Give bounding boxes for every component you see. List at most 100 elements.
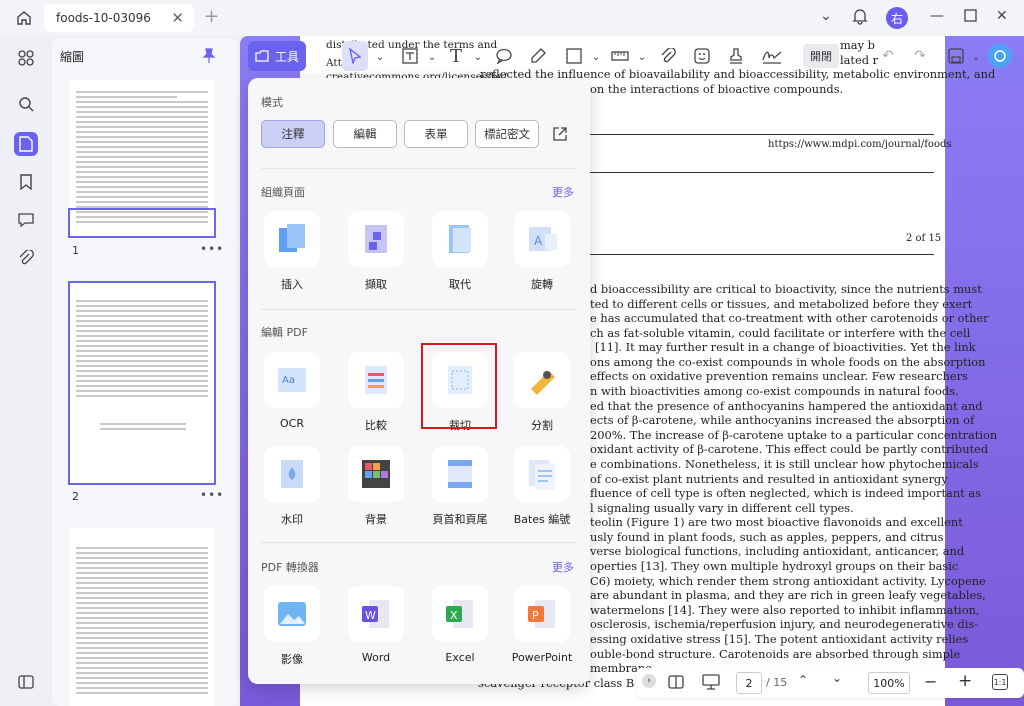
extract-tool[interactable]: 擷取 [340, 211, 412, 292]
comment-icon[interactable] [14, 208, 38, 232]
avatar[interactable]: 右 [886, 7, 908, 29]
grid-icon[interactable] [14, 46, 38, 70]
bates-numbering-tool[interactable]: Bates 編號 [506, 446, 578, 527]
redo-icon[interactable]: ↷ [910, 46, 930, 66]
mode-annotate-button[interactable]: 注釋 [261, 120, 325, 148]
maximize-icon[interactable] [964, 9, 977, 26]
open-close-button[interactable]: 開閉 [803, 44, 839, 68]
text-box-icon[interactable] [400, 46, 420, 66]
svg-text:P: P [532, 609, 539, 622]
body-text-line: essing oxidative stress [15]. The potent… [590, 631, 969, 646]
mode-section-title: 模式 [261, 96, 283, 109]
tools-button[interactable]: 工具 [248, 41, 306, 71]
text-icon[interactable]: T [446, 46, 466, 67]
page-1-more-icon[interactable]: ••• [200, 242, 224, 256]
svg-text:W: W [365, 609, 376, 622]
image-label: 影像 [281, 653, 303, 666]
document-tab[interactable]: foods-10-03096 ✕ [44, 4, 194, 32]
watermark-tool[interactable]: 水印 [256, 446, 328, 527]
current-page-input[interactable]: 2 [736, 672, 762, 694]
convert-powerpoint-tool[interactable]: P PowerPoint [506, 586, 578, 664]
tools-menu: 模式 注釋 編輯 表單 標記密文 組織頁面 更多 插入 擷取 取代 A 旋轉 編輯… [248, 78, 590, 684]
body-text-line: ted to different cells or tissues, and m… [590, 296, 973, 311]
page-thumbnail-icon[interactable] [14, 132, 38, 156]
header-footer-tool[interactable]: 頁首和頁尾 [424, 446, 496, 527]
crop-highlight-box [421, 343, 497, 429]
external-link-icon[interactable] [552, 126, 568, 146]
save-dropdown-icon[interactable]: ⌄ [966, 47, 986, 67]
header-rule [590, 134, 934, 135]
text-box-dropdown-icon[interactable]: ⌄ [422, 47, 442, 67]
compare-tool[interactable]: 比較 [340, 352, 412, 433]
convert-excel-tool[interactable]: X Excel [424, 586, 496, 664]
cursor-dropdown-icon[interactable]: ⌄ [370, 47, 390, 67]
collapse-bar-icon[interactable]: › [642, 674, 656, 688]
page-2-more-icon[interactable]: ••• [200, 488, 224, 502]
comment-bubble-icon[interactable] [494, 46, 514, 66]
save-icon[interactable] [946, 46, 966, 66]
bell-icon[interactable] [852, 7, 868, 29]
paperclip-icon[interactable] [658, 46, 678, 66]
convert-more-link[interactable]: 更多 [552, 559, 574, 575]
measure-icon[interactable] [610, 46, 630, 66]
close-tab-icon[interactable]: ✕ [171, 9, 184, 27]
shape-dropdown-icon[interactable]: ⌄ [586, 47, 606, 67]
bookmark-icon[interactable] [14, 170, 38, 194]
convert-word-tool[interactable]: W Word [340, 586, 412, 664]
page-thumbnail-2[interactable] [68, 281, 216, 485]
actual-size-icon[interactable]: 1:1 [992, 674, 1008, 690]
highlighter-icon[interactable] [528, 46, 548, 66]
stamp-icon[interactable] [726, 46, 746, 66]
body-text-line: e has accumulated that co-treatment with… [590, 311, 989, 326]
mode-redact-button[interactable]: 標記密文 [475, 120, 539, 148]
body-text-line: ch as fat-soluble vitamin, could facilit… [590, 325, 971, 340]
undo-icon[interactable]: ↶ [878, 46, 898, 66]
zoom-out-icon[interactable]: − [924, 672, 937, 691]
shape-icon[interactable] [564, 46, 584, 66]
pin-icon[interactable] [202, 48, 216, 64]
word-icon: W [348, 586, 404, 642]
left-rail [0, 36, 52, 706]
body-text-line: verse biological functions, including an… [590, 544, 965, 559]
measure-dropdown-icon[interactable]: ⌄ [632, 47, 652, 67]
presentation-icon[interactable] [702, 674, 720, 693]
sticker-icon[interactable] [692, 46, 712, 66]
previous-page-icon[interactable]: ⌃ [798, 673, 808, 687]
attachment-icon[interactable] [14, 246, 38, 270]
ai-assistant-icon[interactable] [988, 44, 1012, 68]
zoom-in-icon[interactable]: + [958, 671, 972, 691]
insert-tool[interactable]: 插入 [256, 211, 328, 292]
body-text-line: 200%. The increase of β-carotene uptake … [590, 427, 998, 442]
select-cursor-button[interactable] [342, 41, 368, 71]
body-text-line: ouble-bond structure. Carotenoids are ab… [590, 646, 961, 661]
mode-edit-button[interactable]: 編輯 [333, 120, 397, 148]
next-page-icon[interactable]: ⌄ [832, 671, 842, 685]
split-tool[interactable]: 分割 [506, 352, 578, 433]
close-window-icon[interactable]: ✕ [996, 8, 1008, 24]
thumbnail-panel: 縮圖 1 ••• 2 ••• [52, 38, 238, 706]
ocr-tool[interactable]: Aa OCR [256, 352, 328, 430]
replace-tool[interactable]: 取代 [424, 211, 496, 292]
search-icon[interactable] [14, 92, 38, 116]
convert-image-tool[interactable]: 影像 [256, 586, 328, 667]
sidebar-toggle-icon[interactable] [14, 670, 38, 694]
zoom-level[interactable]: 100% [868, 672, 910, 694]
rotate-tool[interactable]: A 旋轉 [506, 211, 578, 292]
reading-mode-icon[interactable] [668, 674, 684, 693]
mode-form-button[interactable]: 表單 [404, 120, 468, 148]
page-break-rule [590, 172, 934, 173]
powerpoint-label: PowerPoint [511, 651, 573, 664]
body-text-line: are abundant in plasma, and they are ric… [590, 588, 986, 603]
minimize-icon[interactable]: — [930, 8, 944, 24]
organize-more-link[interactable]: 更多 [552, 184, 574, 200]
chevron-down-icon[interactable]: ⌄ [820, 8, 832, 24]
background-label: 背景 [365, 513, 387, 526]
text-dropdown-icon[interactable]: ⌄ [468, 47, 488, 67]
body-text-line: fluence of cell type is often neglected,… [590, 486, 981, 501]
home-icon[interactable] [12, 6, 36, 30]
new-tab-icon[interactable]: + [204, 6, 219, 27]
page-thumbnail-3[interactable] [70, 528, 214, 706]
body-text-line: e combinations. Nonetheless, it is still… [590, 456, 979, 471]
background-tool[interactable]: 背景 [340, 446, 412, 527]
signature-icon[interactable] [762, 46, 782, 66]
